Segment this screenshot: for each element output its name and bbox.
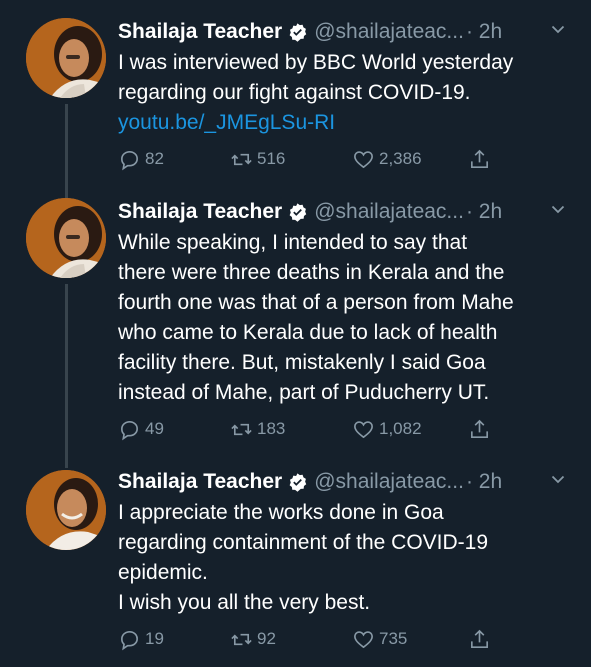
reply-button[interactable]: 82 xyxy=(118,147,164,171)
reply-button[interactable]: 49 xyxy=(118,417,164,441)
text-line: epidemic. xyxy=(118,561,208,584)
reply-button[interactable]: 19 xyxy=(118,627,164,651)
display-name[interactable]: Shailaja Teacher xyxy=(118,16,282,48)
tweet-link[interactable]: youtu.be/_JMEgLSu-RI xyxy=(118,108,579,138)
tweet-header: Shailaja Teacher @shailajateac... · 2h xyxy=(118,466,579,498)
retweet-count: 516 xyxy=(257,149,286,168)
retweet-icon xyxy=(231,633,252,645)
verified-icon xyxy=(289,202,307,222)
retweet-icon xyxy=(231,153,252,165)
share-button[interactable] xyxy=(468,417,491,441)
like-count: 1,082 xyxy=(379,419,422,438)
text-line: there were three deaths in Kerala and th… xyxy=(118,261,505,284)
text-line: I appreciate the works done in Goa xyxy=(118,501,444,524)
share-icon xyxy=(471,629,488,648)
share-icon xyxy=(471,149,488,168)
retweet-button[interactable]: 92 xyxy=(230,627,276,651)
reply-icon xyxy=(121,150,138,170)
chevron-down-icon[interactable] xyxy=(551,202,565,216)
thread-line xyxy=(65,284,68,468)
like-button[interactable]: 2,386 xyxy=(352,147,422,171)
like-icon xyxy=(354,420,373,438)
tweet-text: While speaking, I intended to say that t… xyxy=(118,228,579,408)
tweet-text: I appreciate the works done in Goa regar… xyxy=(118,498,579,618)
retweet-count: 92 xyxy=(257,629,276,648)
like-button[interactable]: 735 xyxy=(352,627,407,651)
text-line: regarding containment of the COVID-19 xyxy=(118,531,489,554)
reply-count: 49 xyxy=(145,419,164,438)
tweet-text: I was interviewed by BBC World yesterday… xyxy=(118,48,579,138)
chevron-down-icon[interactable] xyxy=(551,22,565,36)
reply-count: 19 xyxy=(145,629,164,648)
timestamp[interactable]: · 2h xyxy=(466,466,502,498)
timestamp[interactable]: · 2h xyxy=(466,16,502,48)
user-handle[interactable]: @shailajateac... xyxy=(314,16,464,48)
verified-icon xyxy=(289,22,307,42)
display-name[interactable]: Shailaja Teacher xyxy=(118,466,282,498)
text-line: facility there. But, mistakenly I said G… xyxy=(118,351,486,374)
text-line: I was interviewed by BBC World yesterday xyxy=(118,51,514,74)
text-line: who came to Kerala due to lack of health xyxy=(118,321,498,344)
like-count: 735 xyxy=(379,629,408,648)
share-button[interactable] xyxy=(468,627,491,651)
retweet-count: 183 xyxy=(257,419,286,438)
thread-line xyxy=(65,104,68,198)
text-line: I wish you all the very best. xyxy=(118,591,371,614)
text-line: regarding our fight against COVID-19. xyxy=(118,81,471,104)
tweet-header: Shailaja Teacher @shailajateac... · 2h xyxy=(118,16,579,48)
reply-count: 82 xyxy=(145,149,164,168)
like-icon xyxy=(354,150,373,168)
text-line: While speaking, I intended to say that xyxy=(118,231,468,254)
avatar[interactable] xyxy=(26,470,106,550)
retweet-button[interactable]: 183 xyxy=(230,417,285,441)
like-button[interactable]: 1,082 xyxy=(352,417,422,441)
action-bar: 49 183 1,082 xyxy=(118,417,518,441)
avatar[interactable] xyxy=(26,198,106,278)
tweet-header: Shailaja Teacher @shailajateac... · 2h xyxy=(118,196,579,228)
share-icon xyxy=(471,419,488,438)
action-bar: 19 92 735 xyxy=(118,627,518,651)
action-bar: 82 516 2,386 xyxy=(118,147,518,171)
text-line: fourth one was that of a person from Mah… xyxy=(118,291,514,314)
avatar-image xyxy=(26,198,106,278)
share-button[interactable] xyxy=(468,147,491,171)
reply-icon xyxy=(121,420,138,440)
retweet-icon xyxy=(231,423,252,435)
reply-icon xyxy=(121,630,138,650)
retweet-button[interactable]: 516 xyxy=(230,147,285,171)
avatar[interactable] xyxy=(26,18,106,98)
avatar-image xyxy=(26,18,106,98)
user-handle[interactable]: @shailajateac... xyxy=(314,466,464,498)
avatar-image xyxy=(26,470,106,550)
user-handle[interactable]: @shailajateac... xyxy=(314,196,464,228)
timestamp[interactable]: · 2h xyxy=(466,196,502,228)
like-icon xyxy=(354,630,373,648)
display-name[interactable]: Shailaja Teacher xyxy=(118,196,282,228)
chevron-down-icon[interactable] xyxy=(551,472,565,486)
text-line: instead of Mahe, part of Puducherry UT. xyxy=(118,381,490,404)
like-count: 2,386 xyxy=(379,149,422,168)
verified-icon xyxy=(289,472,307,492)
